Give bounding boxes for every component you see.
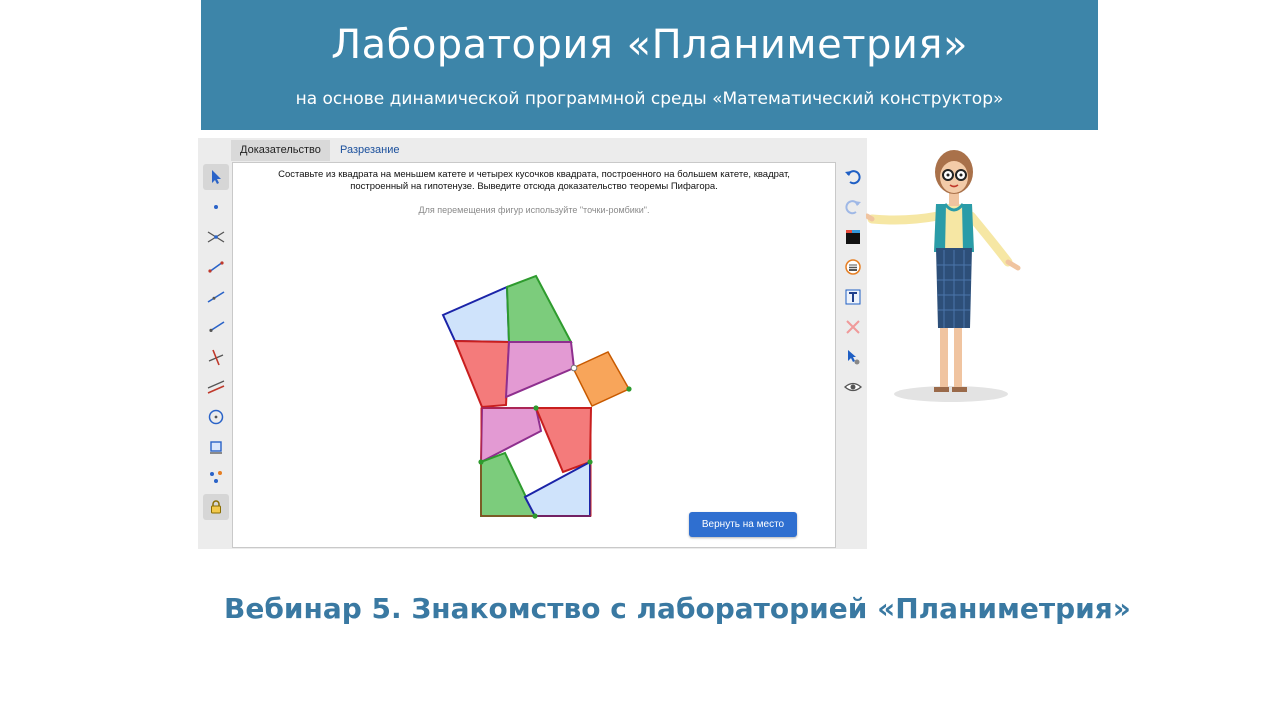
lock-tool[interactable] xyxy=(203,494,229,520)
pointer-icon xyxy=(212,170,221,184)
color-button[interactable] xyxy=(842,226,864,248)
piece-pink-top[interactable] xyxy=(504,341,576,399)
banner-subtitle: на основе динамической программной среды… xyxy=(295,89,1004,109)
polygon-tool[interactable] xyxy=(203,434,229,460)
color-icon xyxy=(846,230,860,244)
teacher-illustration xyxy=(866,150,1021,402)
piece-pink-bottom[interactable] xyxy=(479,407,543,464)
undo-icon xyxy=(845,170,861,185)
tab-bar: Доказательство Разрезание xyxy=(198,138,867,161)
polygon-icon xyxy=(210,441,222,454)
line-tool[interactable] xyxy=(203,284,229,310)
tab-cutting[interactable]: Разрезание xyxy=(331,140,409,161)
piece-blue-top[interactable] xyxy=(441,285,511,344)
visibility-button[interactable] xyxy=(842,376,864,398)
control-point[interactable] xyxy=(626,386,632,392)
header-banner: Лаборатория «Планиметрия» на основе дина… xyxy=(201,0,1098,130)
point-icon xyxy=(214,205,218,209)
text-icon xyxy=(845,289,861,305)
right-toolbar xyxy=(838,162,866,548)
style-button[interactable] xyxy=(842,256,864,278)
show-hide-button[interactable] xyxy=(842,346,864,368)
piece-green-top[interactable] xyxy=(505,274,573,343)
parallel-tool[interactable] xyxy=(203,374,229,400)
parallel-icon xyxy=(207,380,225,394)
redo-button[interactable] xyxy=(842,196,864,218)
control-point[interactable] xyxy=(532,513,538,519)
circle-icon xyxy=(208,409,224,425)
delete-icon xyxy=(846,320,860,334)
control-point[interactable] xyxy=(587,459,593,465)
point-tool[interactable] xyxy=(203,194,229,220)
webinar-title: Вебинар 5. Знакомство с лабораторией «Пл… xyxy=(224,592,1131,625)
line-icon xyxy=(207,291,225,303)
control-point[interactable] xyxy=(533,405,539,411)
show-hide-icon xyxy=(848,350,860,365)
left-toolbar xyxy=(200,162,231,548)
piece-blue-bottom[interactable] xyxy=(523,460,591,517)
transform-icon xyxy=(210,471,222,483)
pointer-tool[interactable] xyxy=(203,164,229,190)
perpendicular-tool[interactable] xyxy=(203,344,229,370)
segment-icon xyxy=(208,261,224,273)
geometry-figure xyxy=(441,274,632,519)
transform-tool[interactable] xyxy=(203,464,229,490)
reset-button[interactable]: Вернуть на место xyxy=(689,512,797,537)
undo-button[interactable] xyxy=(842,166,864,188)
ray-icon xyxy=(209,321,225,332)
redo-icon xyxy=(845,200,861,215)
banner-title: Лаборатория «Планиметрия» xyxy=(331,22,968,68)
constructor-app-window: Доказательство Разрезание Составьте из к… xyxy=(198,138,867,549)
piece-red-top[interactable] xyxy=(453,339,511,409)
tab-proof[interactable]: Доказательство xyxy=(231,140,330,161)
piece-orange-square[interactable] xyxy=(571,351,631,407)
delete-button[interactable] xyxy=(842,316,864,338)
eye-icon xyxy=(844,382,862,392)
circle-tool[interactable] xyxy=(203,404,229,430)
drawing-canvas[interactable]: Составьте из квадрата на меньшем катете … xyxy=(232,162,836,548)
intersection-icon xyxy=(207,231,225,243)
piece-green-bottom[interactable] xyxy=(480,451,537,517)
style-icon xyxy=(845,259,861,275)
control-point[interactable] xyxy=(478,459,484,465)
piece-red-bottom[interactable] xyxy=(534,407,593,474)
ray-tool[interactable] xyxy=(203,314,229,340)
segment-tool[interactable] xyxy=(203,254,229,280)
control-point[interactable] xyxy=(570,364,578,372)
perpendicular-icon xyxy=(208,349,224,366)
intersection-tool[interactable] xyxy=(203,224,229,250)
lock-icon xyxy=(211,500,221,514)
text-button[interactable] xyxy=(842,286,864,308)
